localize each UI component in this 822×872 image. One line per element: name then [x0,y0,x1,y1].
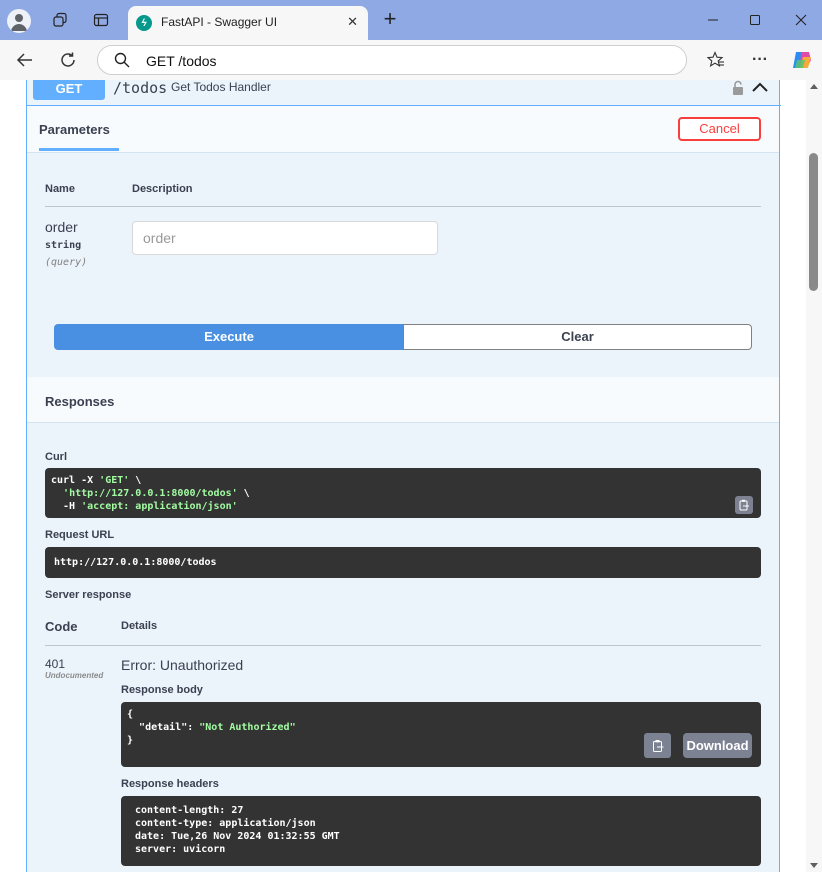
responses-title: Responses [45,394,115,409]
header-line: content-type: application/json [135,818,316,829]
new-tab-icon[interactable]: + [378,8,402,32]
operation-block: GET /todos Get Todos Handler Parameters … [26,80,781,872]
response-headers[interactable]: content-length: 27 content-type: applica… [121,796,761,866]
header-line: server: uvicorn [135,844,226,855]
scroll-up-icon[interactable] [810,84,818,89]
divider [27,152,779,153]
copy-icon[interactable] [735,496,753,514]
header-line: content-length: 27 [135,805,244,816]
request-url-label: Request URL [45,529,115,541]
response-code-note: Undocumented [45,671,104,680]
operation-summary[interactable]: GET /todos Get Todos Handler [27,80,781,106]
window-close-icon[interactable] [788,8,814,32]
chevron-up-icon[interactable] [751,80,769,99]
profile-icon[interactable] [7,9,31,33]
address-text: GET /todos [146,53,217,69]
tab-actions-icon[interactable] [89,8,113,32]
cancel-button[interactable]: Cancel [678,117,761,141]
param-location: (query) [45,257,88,268]
lock-icon[interactable] [731,80,745,101]
parameters-header [27,106,779,152]
tab-bar: ϟ FastAPI - Swagger UI ✕ + [0,0,822,40]
response-body-label: Response body [121,684,203,696]
error-title: Error: Unauthorized [121,657,244,673]
browser-toolbar: GET /todos ··· [0,40,822,80]
order-input[interactable]: order [132,221,438,255]
response-body[interactable]: { "detail": "Not Authorized" } Download [121,702,761,767]
fastapi-favicon: ϟ [136,15,152,31]
responses-header [27,377,779,422]
download-button[interactable]: Download [683,733,752,758]
param-name: order [45,219,78,235]
execute-button[interactable]: Execute [54,324,404,350]
method-badge: GET [33,80,105,100]
tab-active-indicator [39,148,119,151]
copy-icon[interactable] [644,733,671,758]
curl-code[interactable]: curl -X 'GET' \ 'http://127.0.0.1:8000/t… [45,468,761,518]
back-icon[interactable] [13,48,37,72]
search-icon [114,52,130,73]
operation-description: Get Todos Handler [171,80,271,94]
server-response-label: Server response [45,589,132,601]
maximize-icon[interactable] [742,8,768,32]
browser-tab[interactable]: ϟ FastAPI - Swagger UI ✕ [128,6,368,40]
curl-label: Curl [45,451,67,463]
param-type: string [45,240,82,251]
column-name: Name [45,183,75,195]
table-divider [45,645,761,646]
table-divider [45,206,761,207]
divider [27,422,779,423]
tab-title: FastAPI - Swagger UI [161,15,278,29]
more-icon[interactable]: ··· [748,48,772,72]
scrollbar-thumb[interactable] [809,153,818,291]
tab-parameters[interactable]: Parameters [39,122,110,137]
workspaces-icon[interactable] [48,8,72,32]
response-code: 401 [45,657,66,671]
response-headers-label: Response headers [121,778,219,790]
close-icon[interactable]: ✕ [347,14,358,30]
scrollbar[interactable] [806,80,822,872]
operation-path: /todos [113,80,168,97]
scroll-down-icon[interactable] [810,863,818,868]
address-bar[interactable]: GET /todos [97,45,687,75]
column-description: Description [132,183,193,195]
refresh-icon[interactable] [56,48,80,72]
request-url[interactable]: http://127.0.0.1:8000/todos [45,547,761,578]
copilot-icon[interactable] [790,48,814,72]
column-details: Details [121,620,158,632]
favorites-icon[interactable] [704,48,728,72]
clear-button[interactable]: Clear [403,324,752,350]
column-code: Code [45,619,78,634]
minimize-icon[interactable] [700,8,726,32]
header-line: date: Tue,26 Nov 2024 01:32:55 GMT [135,831,340,842]
swagger-page: GET /todos Get Todos Handler Parameters … [0,80,806,872]
